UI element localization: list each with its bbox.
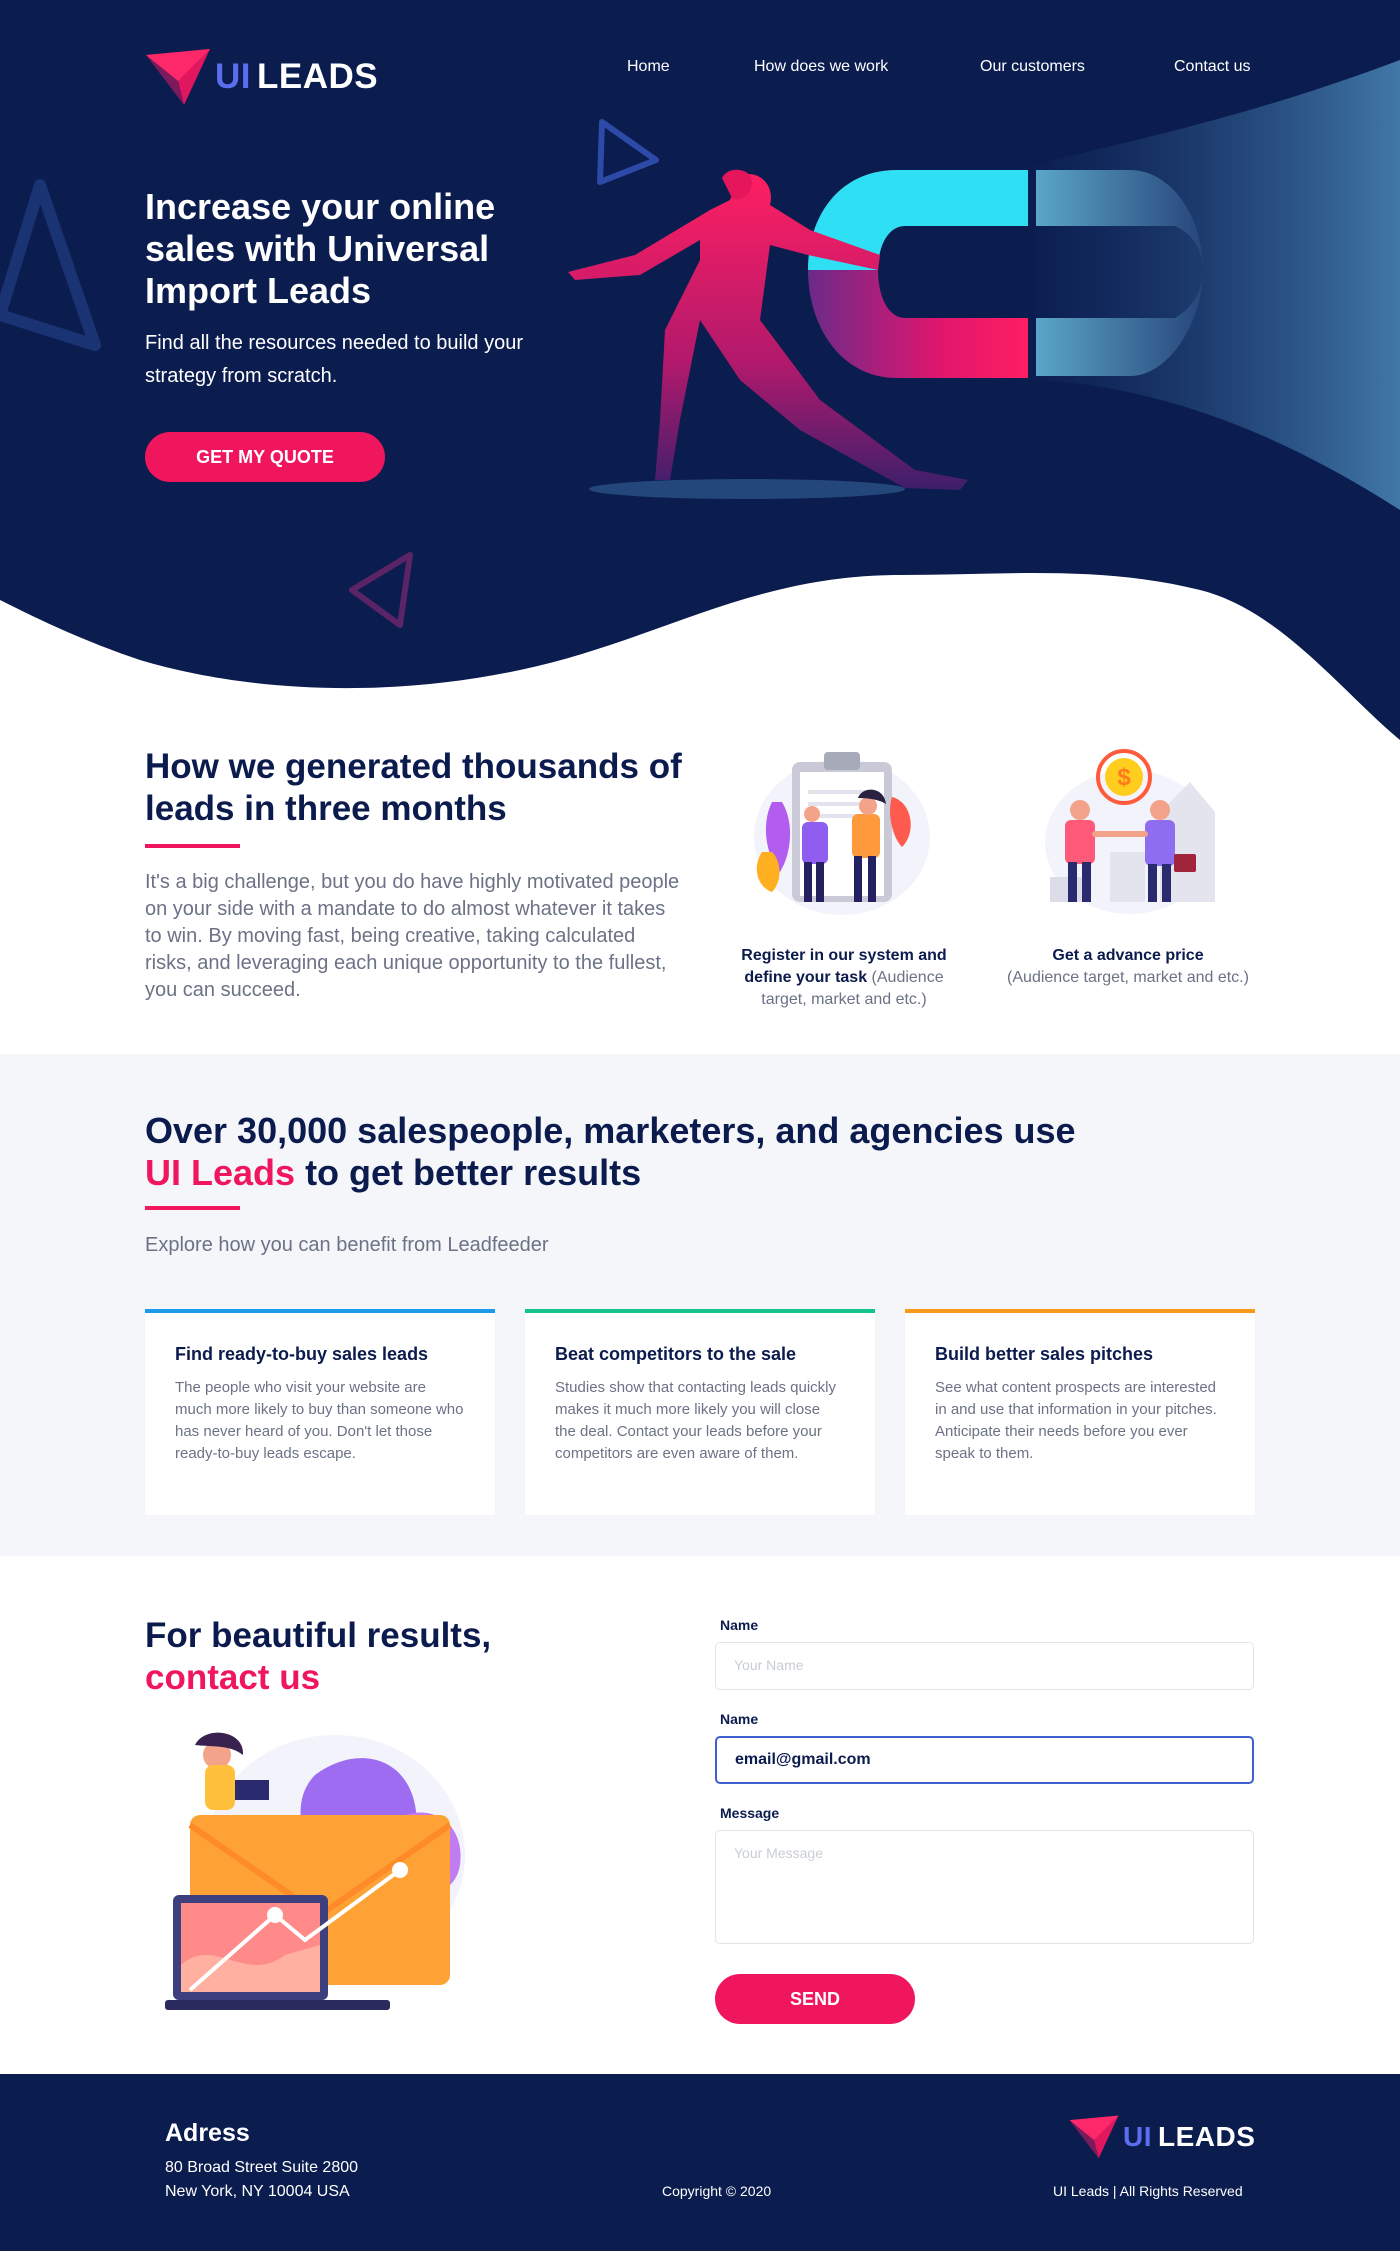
footer-address-title: Adress: [165, 2119, 250, 2147]
handshake-coin-illustration: $: [1045, 749, 1215, 914]
footer-rights: UI Leads | All Rights Reserved: [1053, 2183, 1243, 2199]
name-input[interactable]: [715, 1642, 1254, 1690]
benefits-underline: [145, 1206, 240, 1210]
hero-title: Increase your online sales with Universa…: [145, 186, 496, 311]
message-textarea[interactable]: [715, 1830, 1254, 1944]
logo-arrow-icon: [1069, 2115, 1119, 2159]
footer-copyright: Copyright © 2020: [662, 2183, 772, 2199]
benefit-card-text: The people who visit your website are mu…: [175, 1379, 464, 1462]
landing-page: UI LEADS Home How does we work Our custom…: [0, 0, 1400, 2251]
logo-ui-text: UI: [1123, 2121, 1152, 2152]
step-price-note: (Audience target, market and etc.): [1007, 969, 1249, 986]
contact-title-highlight: contact us: [145, 1658, 321, 1697]
step-advance-price: Get a advance price (Audience target, ma…: [996, 945, 1260, 989]
benefit-card-title: Find ready-to-buy sales leads: [175, 1344, 429, 1364]
hero-subtitle: Find all the resources needed to build y…: [145, 332, 524, 387]
benefits-title-part1: Over 30,000 salespeople, marketers, and …: [145, 1110, 1076, 1151]
benefit-card-pitches: Build better sales pitches See what cont…: [905, 1309, 1255, 1515]
contact-illustration: [165, 1732, 465, 2010]
email-input[interactable]: [715, 1736, 1254, 1784]
footer-address-line2: New York, NY 10004 USA: [165, 2183, 350, 2200]
message-label: Message: [720, 1805, 780, 1821]
generated-paragraph: It's a big challenge, but you do have hi…: [145, 871, 680, 1001]
footer-logo[interactable]: UI LEADS: [1068, 2114, 1255, 2160]
step-price-title: Get a advance price: [1052, 947, 1204, 964]
benefit-card-title: Beat competitors to the sale: [555, 1344, 797, 1364]
benefits-title: Over 30,000 salespeople, marketers, and …: [145, 1110, 1145, 1194]
clipboard-team-illustration: [754, 752, 930, 915]
logo-ui-text: UI: [215, 57, 251, 96]
nav-how-we-work[interactable]: How does we work: [754, 58, 888, 76]
footer-address-line1: 80 Broad Street Suite 2800: [165, 2159, 359, 2176]
header-logo[interactable]: UI LEADS: [144, 47, 378, 107]
generated-title: How we generated thousands of leads in t…: [145, 747, 682, 828]
email-label: Name: [720, 1711, 759, 1727]
nav-our-customers[interactable]: Our customers: [980, 58, 1085, 76]
benefit-card-text: Studies show that contacting leads quick…: [555, 1379, 836, 1462]
name-label: Name: [720, 1617, 759, 1633]
benefit-card-title: Build better sales pitches: [935, 1344, 1154, 1364]
nav-contact-us[interactable]: Contact us: [1174, 58, 1250, 76]
benefit-card-competitors: Beat competitors to the sale Studies sho…: [525, 1309, 875, 1515]
contact-title: For beautiful results, contact us: [145, 1615, 565, 1699]
footer-address: 80 Broad Street Suite 2800 New York, NY …: [165, 2156, 358, 2204]
benefit-card-leads: Find ready-to-buy sales leads The people…: [145, 1309, 495, 1515]
benefit-card-text: See what content prospects are intereste…: [935, 1379, 1217, 1462]
benefits-title-highlight: UI Leads: [145, 1152, 296, 1193]
send-button[interactable]: SEND: [715, 1974, 915, 2024]
title-underline: [145, 844, 240, 848]
benefits-subtitle: Explore how you can benefit from Leadfee…: [145, 1234, 549, 1256]
contact-title-part1: For beautiful results,: [145, 1616, 492, 1655]
logo-leads-text: LEADS: [257, 57, 379, 96]
logo-arrow-icon: [146, 49, 210, 105]
hero-section: UI LEADS Home How does we work Our custom…: [0, 0, 1400, 760]
logo-leads-text: LEADS: [1158, 2121, 1256, 2152]
nav-home[interactable]: Home: [627, 58, 670, 76]
get-quote-button[interactable]: GET MY QUOTE: [145, 432, 385, 482]
benefits-title-part2: to get better results: [305, 1152, 642, 1193]
svg-text:$: $: [1117, 764, 1131, 791]
footer: Adress 80 Broad Street Suite 2800 New Yo…: [0, 2074, 1400, 2251]
step-register: Register in our system and define your t…: [722, 945, 966, 1011]
